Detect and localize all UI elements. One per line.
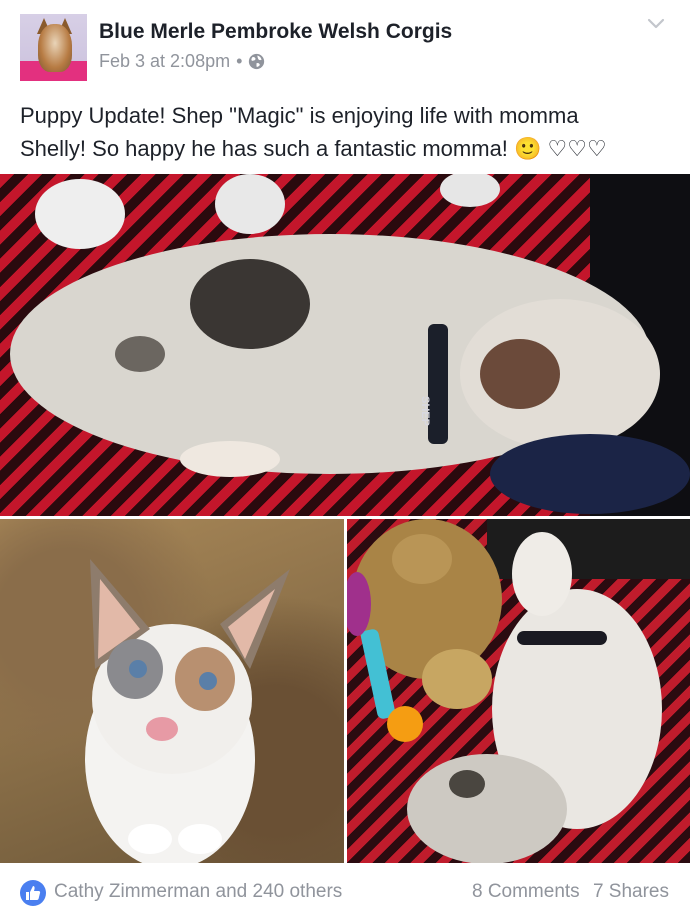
globe-icon [249, 53, 265, 70]
collar-text: SHEP [419, 396, 431, 426]
photo-illustration [347, 519, 690, 863]
post-header: Blue Merle Pembroke Welsh Corgis Feb 3 a… [0, 0, 690, 92]
corgi-puppy-portrait-photo[interactable] [0, 519, 344, 863]
post-text-line: Puppy Update! Shep "Magic" is enjoying l… [20, 103, 579, 128]
photo-illustration [10, 174, 690, 516]
corgi-with-teddy-photo[interactable] [347, 519, 690, 863]
photo-illustration [85, 559, 290, 863]
thumbs-up-icon [20, 880, 46, 906]
reactions-summary[interactable]: Cathy Zimmerman and 240 others [54, 881, 342, 903]
shares-count-link[interactable]: 7 Shares [593, 881, 669, 902]
corgi-sleeping-photo[interactable]: SHEP [0, 174, 690, 516]
post-meta: Feb 3 at 2:08pm • [99, 51, 265, 72]
post-footer: Cathy Zimmerman and 240 others 8 Comment… [0, 864, 690, 921]
avatar-dog [38, 24, 72, 72]
page-name-link[interactable]: Blue Merle Pembroke Welsh Corgis [99, 20, 452, 44]
meta-separator: • [236, 51, 243, 71]
post-timestamp[interactable]: Feb 3 at 2:08pm [99, 51, 230, 72]
chevron-down-icon[interactable] [646, 14, 666, 34]
page-avatar[interactable] [20, 14, 87, 81]
post-text-line: Shelly! So happy he has such a fantastic… [20, 136, 607, 161]
post-text: Puppy Update! Shep "Magic" is enjoying l… [20, 99, 670, 165]
engagement-counts: 8 Comments 7 Shares [472, 881, 669, 903]
comments-count-link[interactable]: 8 Comments [472, 881, 580, 902]
thumbs-up-glyph [26, 886, 41, 900]
